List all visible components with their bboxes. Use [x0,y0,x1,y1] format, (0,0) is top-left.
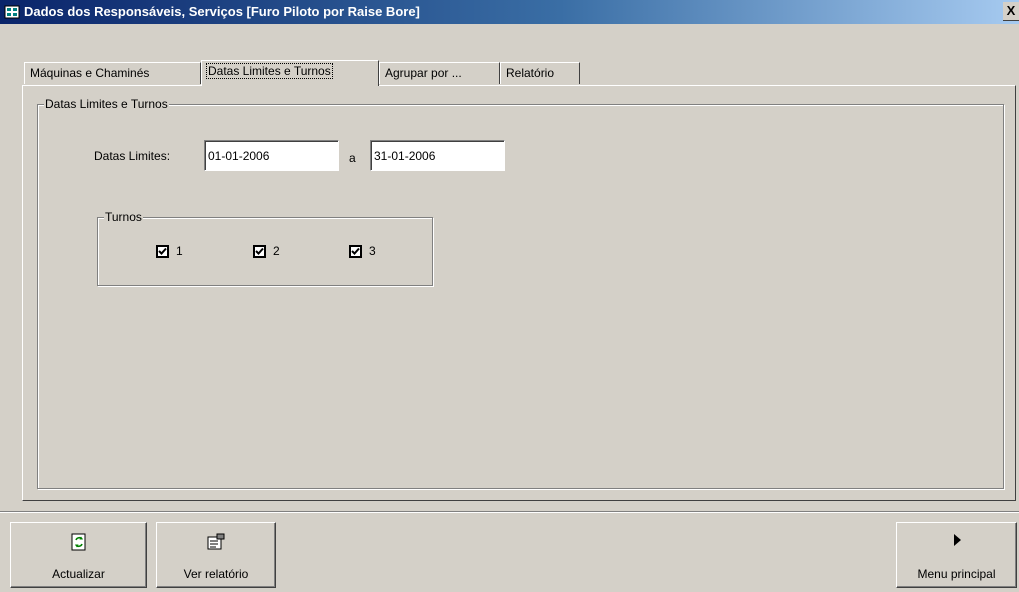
shift-2-checkbox[interactable]: 2 [253,244,293,261]
tab-label: Agrupar por ... [385,66,462,80]
tab-label: Máquinas e Chaminés [30,66,150,80]
window-title: Dados dos Responsáveis, Serviços [Furo P… [24,4,420,19]
checkbox-checked-icon [156,245,169,258]
close-button[interactable]: X [1003,2,1019,21]
report-icon [207,533,225,550]
checkbox-label: 2 [273,244,280,258]
shift-1-checkbox[interactable]: 1 [156,244,196,261]
date-from-input[interactable] [204,140,339,171]
shift-3-checkbox[interactable]: 3 [349,244,389,261]
menu-principal-button[interactable]: Menu principal [896,522,1017,588]
button-label: Actualizar [52,567,105,581]
tab-label: Datas Limites e Turnos [206,63,333,79]
tab-relatorio[interactable]: Relatório [500,62,580,84]
group-legend: Turnos [104,210,143,224]
checkbox-checked-icon [349,245,362,258]
refresh-icon [71,533,85,551]
checkbox-checked-icon [253,245,266,258]
date-range-separator: a [349,151,356,165]
tab-maquinas-chamines[interactable]: Máquinas e Chaminés [24,62,201,84]
title-bar: Dados dos Responsáveis, Serviços [Furo P… [0,0,1019,24]
button-label: Menu principal [917,567,996,581]
checkbox-label: 1 [176,244,183,258]
turnos-group: Turnos 1 2 3 [97,210,433,286]
tab-datas-limites-turnos[interactable]: Datas Limites e Turnos [201,60,379,86]
app-icon [4,5,20,19]
date-to-input[interactable] [370,140,505,171]
ver-relatorio-button[interactable]: Ver relatório [156,522,276,588]
tab-agrupar-por[interactable]: Agrupar por ... [379,62,500,84]
tab-label: Relatório [506,66,555,80]
actualizar-button[interactable]: Actualizar [10,522,147,588]
checkbox-label: 3 [369,244,376,258]
toolbar-separator [0,511,1019,513]
datas-limites-group: Datas Limites e Turnos Datas Limites: a … [37,97,1004,489]
tab-panel: Datas Limites e Turnos Datas Limites: a … [22,85,1016,501]
datas-limites-label: Datas Limites: [94,149,171,163]
button-label: Ver relatório [183,567,249,581]
close-icon: X [1006,3,1016,18]
group-legend: Datas Limites e Turnos [44,97,169,111]
play-arrow-icon [953,534,961,546]
